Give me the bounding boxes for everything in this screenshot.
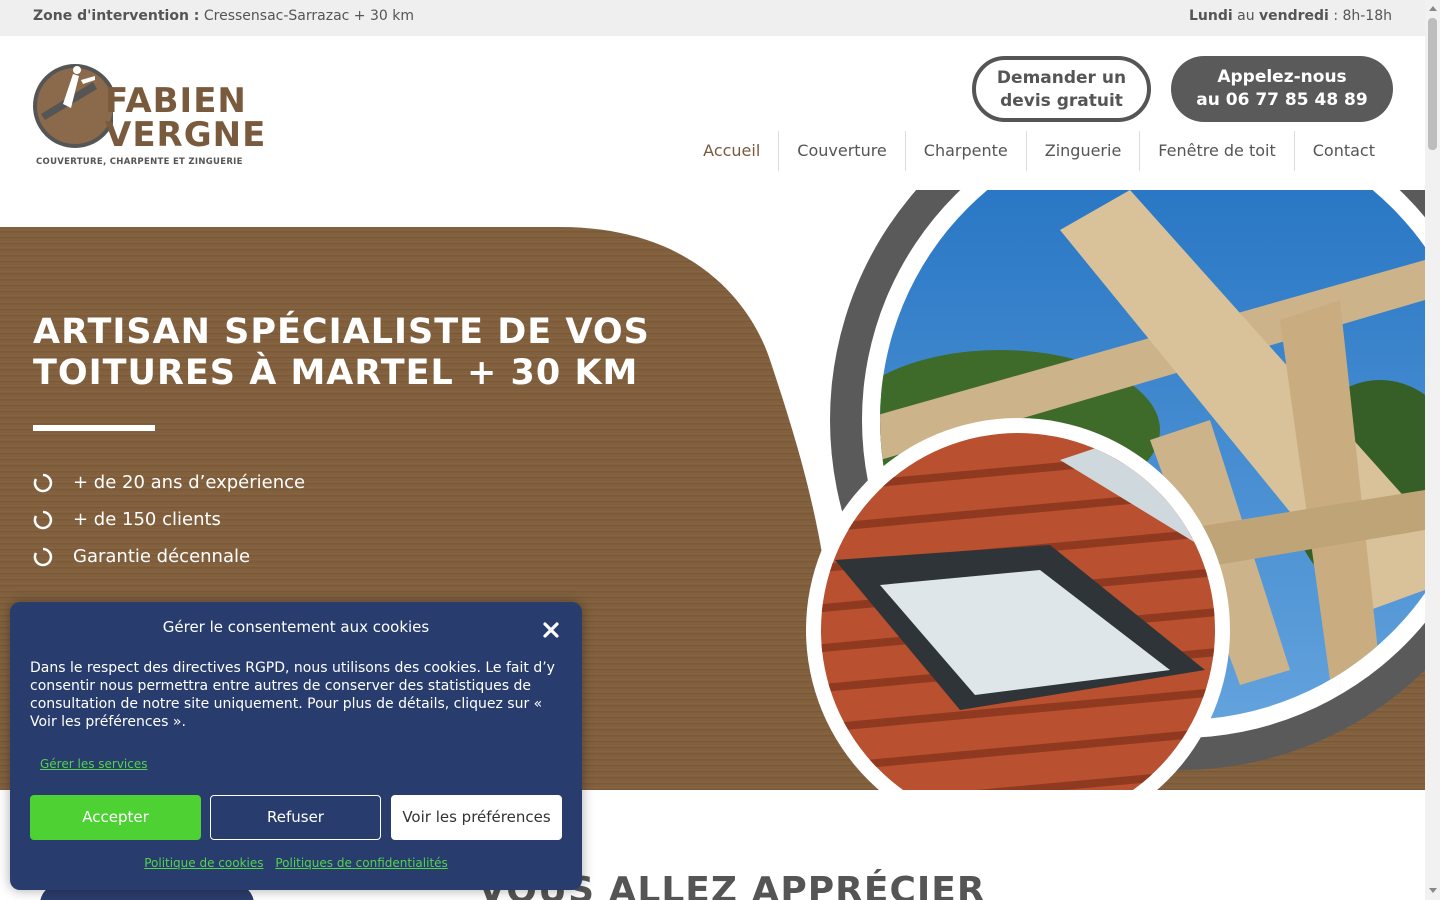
free-quote-button[interactable]: Demander un devis gratuit <box>972 56 1151 122</box>
logo-name-last: VERGNE <box>105 115 267 155</box>
roofer-emblem-icon <box>33 64 113 148</box>
hours-day-to: vendredi <box>1259 8 1329 24</box>
privacy-policy-link[interactable]: Politiques de confidentialités <box>275 856 447 870</box>
hero-feature-text: Garantie décennale <box>73 546 251 567</box>
logo-tagline: COUVERTURE, CHARPENTE ET ZINGUERIE <box>36 157 243 167</box>
service-zone-label: Zone d'intervention : <box>33 8 200 24</box>
hero-title-line1: ARTISAN SPÉCIALISTE DE VOS <box>33 312 650 352</box>
nav-item-couverture[interactable]: Couverture <box>778 131 904 171</box>
hero-title-line2: TOITURES À MARTEL + 30 KM <box>33 353 639 393</box>
hero-divider <box>33 425 155 431</box>
hero-feature-text: + de 20 ans d’expérience <box>73 472 306 493</box>
call-us-button[interactable]: Appelez-nous au 06 77 85 48 89 <box>1171 56 1393 122</box>
logo-name-first: FABIEN <box>105 81 247 121</box>
service-zone-value: Cressensac-Sarrazac + 30 km <box>203 8 414 24</box>
hours-day-from: Lundi <box>1188 8 1233 24</box>
site-header: FABIEN VERGNE COUVERTURE, CHARPENTE ET Z… <box>0 36 1425 190</box>
view-preferences-button[interactable]: Voir les préférences <box>391 795 562 840</box>
cookie-policy-link[interactable]: Politique de cookies <box>144 856 263 870</box>
nav-item-fenetre-de-toit[interactable]: Fenêtre de toit <box>1139 131 1293 171</box>
page-scrollbar[interactable] <box>1425 0 1440 900</box>
hours-value: : 8h-18h <box>1333 8 1392 24</box>
hero-feature-text: + de 150 clients <box>73 509 221 530</box>
close-icon[interactable] <box>540 619 562 641</box>
top-info-bar: Zone d'intervention : Cressensac-Sarraza… <box>0 0 1425 36</box>
hero-feature-item: Garantie décennale <box>33 544 305 581</box>
free-quote-label-line2: devis gratuit <box>1000 91 1123 111</box>
cookie-dialog-title: Gérer le consentement aux cookies <box>162 618 430 636</box>
circle-notch-icon <box>33 510 53 530</box>
circle-notch-icon <box>33 547 53 567</box>
nav-item-contact[interactable]: Contact <box>1293 131 1393 171</box>
accept-cookies-button[interactable]: Accepter <box>30 795 201 840</box>
call-us-label-line1: Appelez-nous <box>1217 67 1347 87</box>
circle-notch-icon <box>33 473 53 493</box>
hero-feature-item: + de 150 clients <box>33 507 305 544</box>
hero-feature-item: + de 20 ans d’expérience <box>33 470 305 507</box>
nav-item-charpente[interactable]: Charpente <box>904 131 1026 171</box>
scrollbar-thumb[interactable] <box>1428 18 1437 150</box>
cookie-policy-links: Politique de cookies Politiques de confi… <box>10 856 582 870</box>
cookie-dialog-text: Dans le respect des directives RGPD, nou… <box>30 660 555 730</box>
nav-item-accueil[interactable]: Accueil <box>685 131 778 171</box>
main-navigation: Accueil Couverture Charpente Zinguerie F… <box>685 131 1393 171</box>
manage-services-link[interactable]: Gérer les services <box>40 757 148 771</box>
call-us-label-line2: au 06 77 85 48 89 <box>1196 90 1368 110</box>
scroll-down-arrow-icon[interactable] <box>1429 888 1437 893</box>
service-zone: Zone d'intervention : Cressensac-Sarraza… <box>33 8 414 24</box>
scroll-up-arrow-icon[interactable] <box>1429 6 1437 11</box>
site-logo[interactable]: FABIEN VERGNE COUVERTURE, CHARPENTE ET Z… <box>33 56 265 171</box>
nav-item-zinguerie[interactable]: Zinguerie <box>1025 131 1140 171</box>
free-quote-label-line1: Demander un <box>996 68 1127 88</box>
hours-au: au <box>1237 8 1255 24</box>
opening-hours: Lundi au vendredi : 8h-18h <box>1189 8 1392 24</box>
cookie-consent-dialog: Gérer le consentement aux cookies Dans l… <box>10 602 582 890</box>
page: Zone d'intervention : Cressensac-Sarraza… <box>0 0 1440 900</box>
hero-title: ARTISAN SPÉCIALISTE DE VOS TOITURES À MA… <box>33 312 673 394</box>
hero-feature-list: + de 20 ans d’expérience + de 150 client… <box>33 470 305 581</box>
refuse-cookies-button[interactable]: Refuser <box>210 795 381 840</box>
